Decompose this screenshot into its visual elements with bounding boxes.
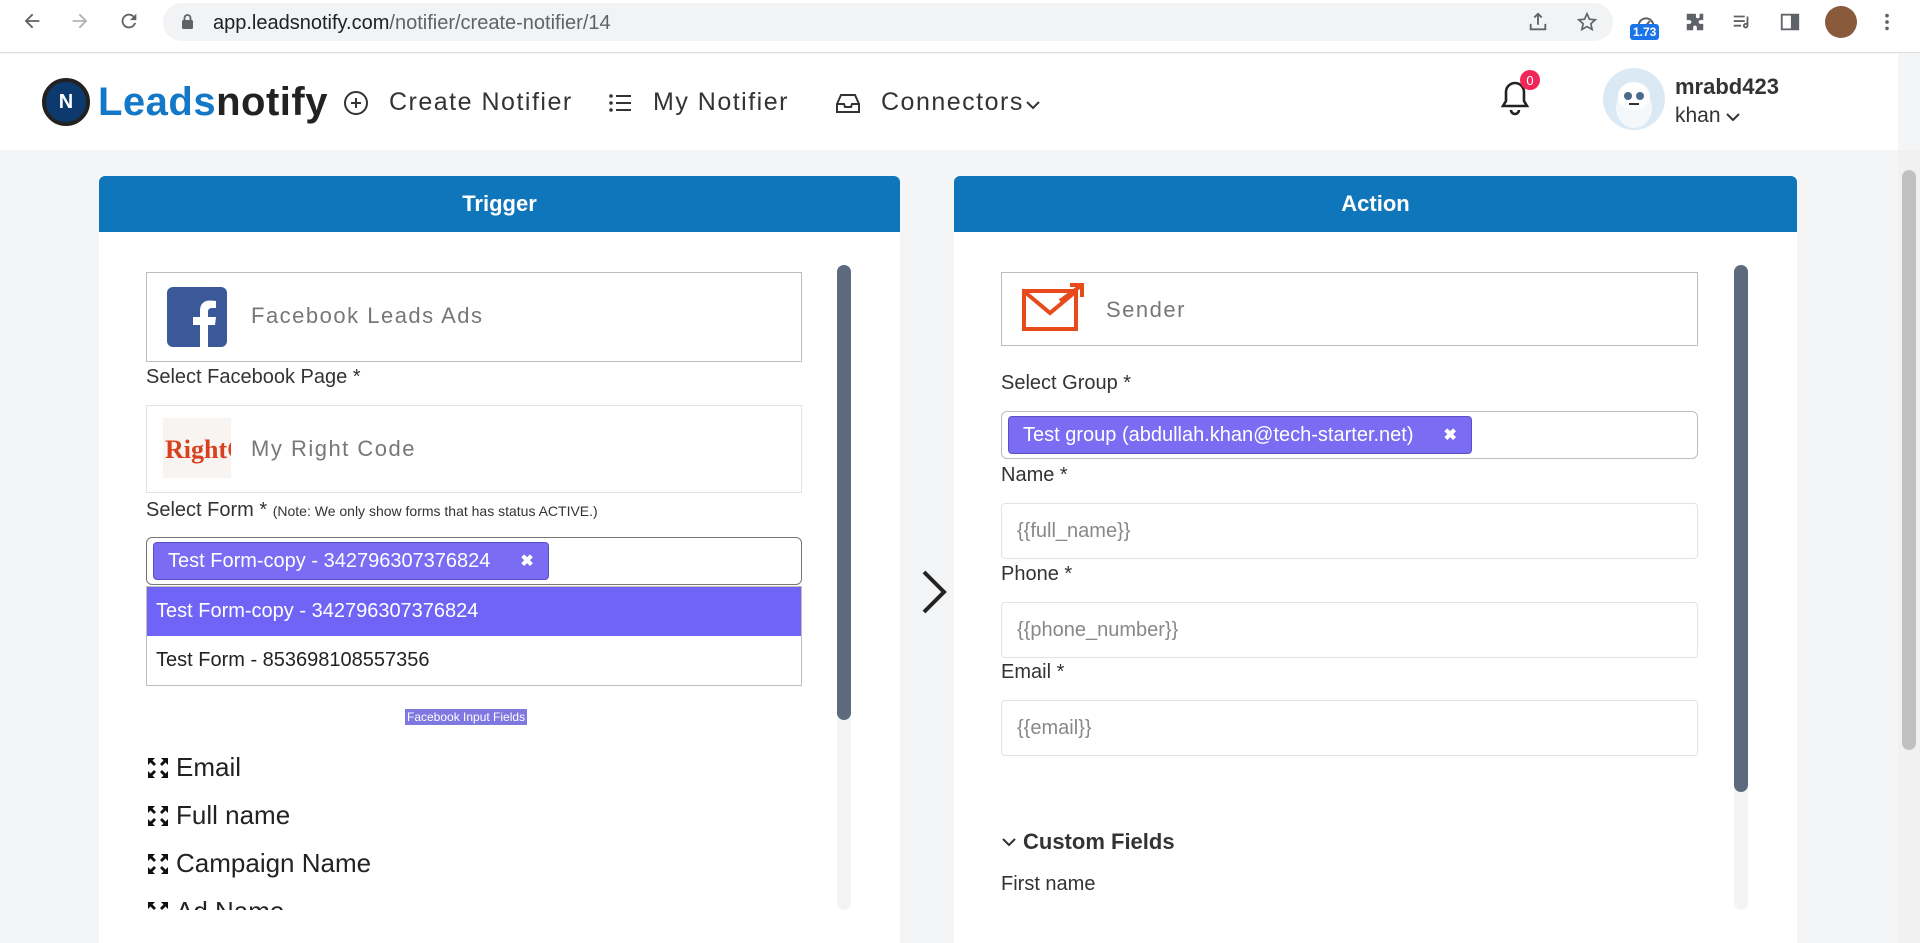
fb-field-email[interactable]: Email (146, 752, 241, 783)
email-label: Email * (1001, 661, 1065, 683)
form-option[interactable]: Test Form - 853698108557356 (147, 636, 801, 685)
action-app-name: Sender (1106, 297, 1186, 322)
sender-mail-icon (1022, 283, 1084, 331)
trigger-app-selector[interactable]: Facebook Leads Ads (146, 272, 802, 362)
list-icon (607, 90, 633, 116)
name-input[interactable]: {{full_name}} (1001, 503, 1698, 559)
nav-my-notifier[interactable]: My Notifier (607, 88, 789, 117)
page-scrollbar-thumb[interactable] (1902, 170, 1916, 750)
name-label: Name * (1001, 464, 1068, 486)
action-title: Action (954, 176, 1797, 232)
username[interactable]: mrabd423 (1675, 74, 1779, 100)
nav-create-notifier[interactable]: Create Notifier (343, 88, 573, 117)
nav-create-label: Create Notifier (389, 88, 573, 116)
page-name: My Right Code (251, 436, 417, 461)
share-icon[interactable] (1524, 8, 1552, 36)
move-arrows-icon (148, 805, 168, 826)
trigger-title: Trigger (99, 176, 900, 232)
trigger-scrollbar[interactable] (837, 265, 851, 910)
page-selector[interactable]: RightCo My Right Code (146, 405, 802, 493)
fb-field-label: Email (176, 752, 242, 782)
select-page-label: Select Facebook Page * (146, 366, 361, 388)
phone-input-value: {{phone_number}} (1017, 619, 1179, 641)
facebook-icon (167, 287, 227, 347)
bookmark-star-icon[interactable] (1573, 8, 1601, 36)
form-select-input[interactable]: Test Form-copy - 342796307376824 ✖ (146, 537, 802, 585)
fb-field-full-name[interactable]: Full name (146, 800, 290, 831)
fb-field-clip: Ad Name (146, 896, 746, 910)
chevron-down-icon (1726, 113, 1741, 122)
form-option[interactable]: Test Form-copy - 342796307376824 (147, 587, 801, 636)
email-input[interactable]: {{email}} (1001, 700, 1698, 756)
address-bar[interactable]: app.leadsnotify.com/notifier/create-noti… (163, 3, 1613, 41)
nav-my-label: My Notifier (653, 88, 789, 116)
notification-count-badge: 0 (1520, 70, 1540, 90)
nav-connectors[interactable]: Connectors (835, 88, 1040, 117)
fb-field-campaign-name[interactable]: Campaign Name (146, 848, 371, 879)
move-arrows-icon (148, 901, 168, 910)
chevron-down-icon (1002, 838, 1016, 847)
select-form-label: Select Form * (Note: We only show forms … (146, 499, 598, 521)
reload-icon[interactable] (116, 8, 142, 34)
action-app-selector[interactable]: Sender (1001, 272, 1698, 346)
group-select-input[interactable]: Test group (abdullah.khan@tech-starter.n… (1001, 411, 1698, 459)
forward-icon[interactable] (67, 8, 93, 34)
app-header: N Leadsnotify Create Notifier My Notifie… (0, 54, 1898, 150)
user-subname[interactable]: khan (1675, 104, 1741, 128)
remove-tag-icon[interactable]: ✖ (1444, 425, 1457, 445)
lock-icon (182, 14, 193, 29)
selected-group-tag: Test group (abdullah.khan@tech-starter.n… (1008, 416, 1472, 454)
fb-field-ad-name[interactable]: Ad Name (146, 896, 284, 910)
logo-text: Leadsnotify (98, 79, 328, 124)
name-input-value: {{full_name}} (1017, 520, 1131, 542)
chevron-right-icon (922, 570, 947, 614)
user-avatar[interactable] (1603, 68, 1665, 130)
phone-label: Phone * (1001, 563, 1073, 585)
custom-fields-label: Custom Fields (1023, 829, 1175, 854)
right-code-logo: RightCo (163, 418, 231, 478)
reading-list-icon[interactable] (1728, 8, 1756, 36)
first-name-label: First name (1001, 873, 1096, 895)
nav-connectors-label: Connectors (881, 88, 1024, 116)
chevron-down-icon (1026, 100, 1040, 109)
form-options-dropdown: Test Form-copy - 342796307376824 Test Fo… (146, 586, 802, 686)
select-group-label: Select Group * (1001, 372, 1132, 394)
fb-field-label: Campaign Name (176, 848, 372, 878)
side-panel-icon[interactable] (1776, 8, 1804, 36)
page-scrollbar[interactable] (1898, 150, 1920, 943)
url-text: app.leadsnotify.com/notifier/create-noti… (213, 12, 611, 34)
phone-input[interactable]: {{phone_number}} (1001, 602, 1698, 658)
puzzle-icon[interactable] (1681, 8, 1709, 36)
move-arrows-icon (148, 853, 168, 874)
custom-fields-toggle[interactable]: Custom Fields (1001, 829, 1175, 855)
fb-field-label: Full name (176, 800, 291, 830)
profile-avatar[interactable] (1825, 6, 1857, 38)
trigger-app-name: Facebook Leads Ads (251, 303, 484, 328)
trigger-scrollbar-thumb[interactable] (837, 265, 851, 720)
remove-tag-icon[interactable]: ✖ (520, 551, 533, 571)
extension-badge: 1.73 (1630, 24, 1660, 40)
leadsnotify-logo[interactable]: N Leadsnotify (42, 78, 328, 126)
selected-form-text: Test Form-copy - 342796307376824 (168, 549, 491, 572)
inbox-icon (835, 90, 861, 116)
selected-form-tag: Test Form-copy - 342796307376824 ✖ (153, 542, 549, 580)
action-scrollbar-thumb[interactable] (1734, 265, 1748, 792)
move-arrows-icon (148, 757, 168, 778)
plus-circle-icon (343, 90, 369, 116)
fb-field-label: Ad Name (176, 896, 284, 910)
fb-input-fields-title: Facebook Input Fields (405, 709, 528, 725)
back-icon[interactable] (19, 8, 45, 34)
right-code-logo-text: RightCo (165, 435, 231, 464)
email-input-value: {{email}} (1017, 717, 1092, 739)
browser-toolbar: app.leadsnotify.com/notifier/create-noti… (0, 0, 1920, 53)
action-scrollbar[interactable] (1734, 265, 1748, 910)
logo-mark-icon: N (42, 78, 90, 126)
selected-group-text: Test group (abdullah.khan@tech-starter.n… (1023, 423, 1414, 446)
kebab-menu-icon[interactable] (1873, 8, 1901, 36)
form-note: (Note: We only show forms that has statu… (272, 503, 598, 519)
